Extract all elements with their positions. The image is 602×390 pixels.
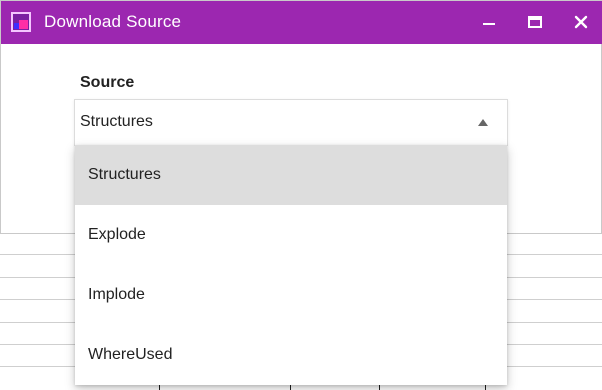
source-dropdown-menu: Structures Explode Implode WhereUsed	[75, 145, 507, 385]
dropdown-option-explode[interactable]: Explode	[75, 205, 507, 265]
source-label: Source	[80, 74, 135, 91]
dropdown-option-implode[interactable]: Implode	[75, 265, 507, 325]
close-button[interactable]	[567, 9, 595, 35]
dropdown-option-label: WhereUsed	[88, 346, 173, 363]
close-icon	[574, 15, 588, 29]
chevron-up-icon	[478, 119, 488, 126]
maximize-icon	[528, 16, 542, 28]
dropdown-option-label: Implode	[88, 286, 145, 303]
app-icon	[11, 12, 31, 32]
dropdown-option-label: Structures	[88, 166, 161, 183]
minimize-icon	[483, 23, 495, 25]
window-title: Download Source	[44, 12, 182, 31]
source-select-value: Structures	[80, 113, 153, 130]
maximize-button[interactable]	[521, 9, 549, 35]
dropdown-option-whereused[interactable]: WhereUsed	[75, 325, 507, 385]
app-icon-square-right	[19, 20, 28, 29]
dropdown-option-structures[interactable]: Structures	[75, 145, 507, 205]
minimize-button[interactable]	[475, 9, 503, 35]
source-select[interactable]: Structures	[74, 99, 508, 146]
dropdown-option-label: Explode	[88, 226, 146, 243]
titlebar[interactable]: Download Source	[1, 1, 602, 44]
